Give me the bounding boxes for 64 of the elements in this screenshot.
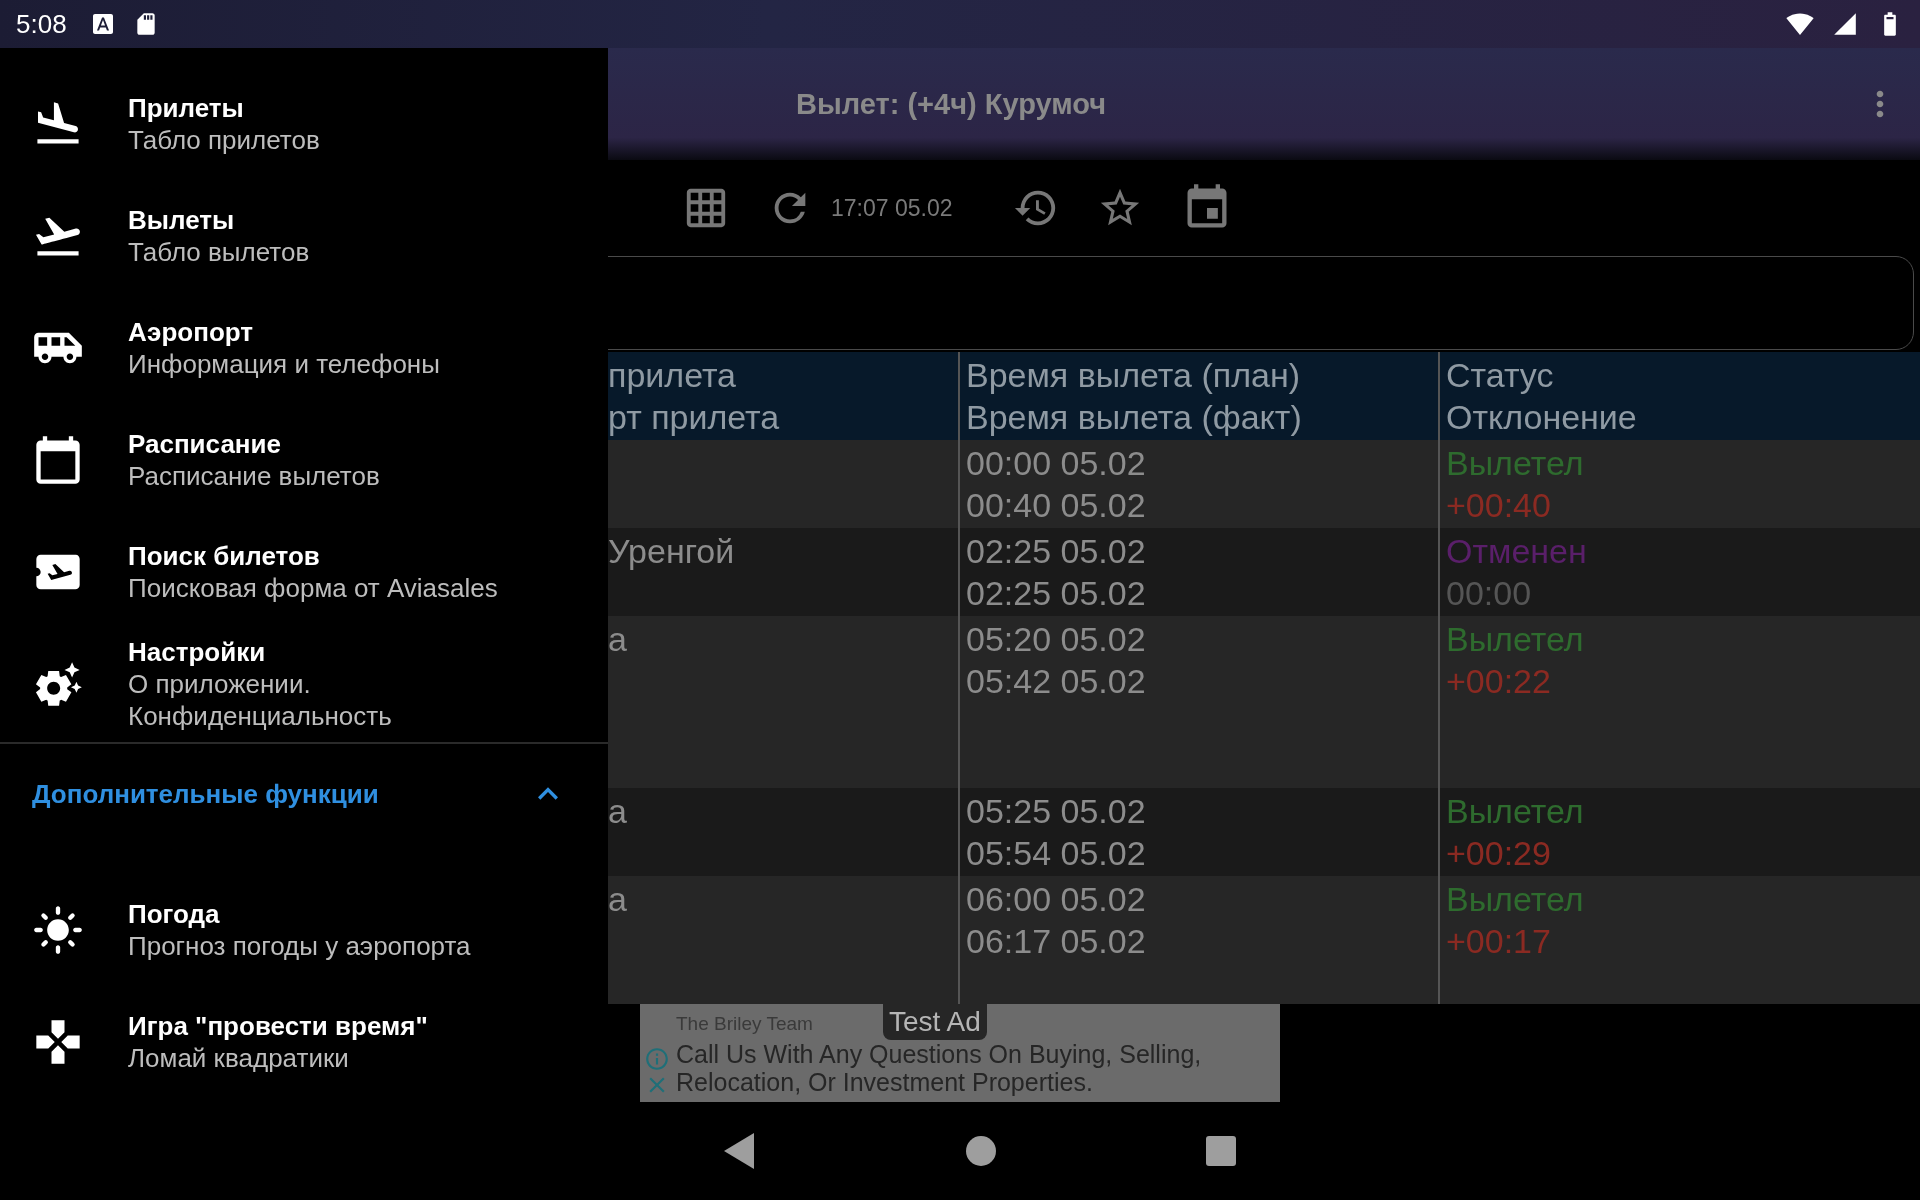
deviation-text: +00:22 — [1446, 661, 1552, 702]
time-text: 05:42 05.02 — [966, 661, 1147, 702]
item-subtitle: Табло прилетов — [128, 124, 320, 156]
drawer-item[interactable]: Настройки О приложении. Конфиденциальность — [0, 628, 608, 740]
time-text: 06:17 05.02 — [966, 921, 1147, 962]
font-icon — [90, 12, 115, 36]
item-subtitle: Поисковая форма от Aviasales — [128, 572, 498, 604]
time-text: 02:25 05.02 — [966, 573, 1147, 614]
time-text: 05:54 05.02 — [966, 833, 1147, 874]
ad-text: Call Us With Any Questions On Buying, Selling, — [676, 1040, 1202, 1068]
drawer-item[interactable]: Погода Прогноз погоды у аэропорта — [0, 874, 608, 986]
item-title: Игра "провести время" — [128, 1010, 428, 1042]
drawer-item[interactable]: Расписание Расписание вылетов — [0, 404, 608, 516]
search-field[interactable] — [608, 256, 1914, 350]
item-title: Расписание — [128, 428, 282, 460]
time-text: 02:25 05.02 — [966, 531, 1147, 572]
item-title: Аэропорт — [128, 316, 255, 348]
time-text: 00:00 05.02 — [966, 443, 1147, 484]
item-subtitle: О приложении. — [128, 668, 312, 700]
item-title: Погода — [128, 898, 221, 930]
item-title: Вылеты — [128, 204, 236, 236]
deviation-text: +00:29 — [1446, 833, 1552, 874]
status-text: Вылетел — [1446, 443, 1585, 484]
drawer-item[interactable]: Вылеты Табло вылетов — [0, 180, 608, 292]
drawer-item[interactable]: Поиск билетов Поисковая форма от Aviasales — [0, 516, 608, 628]
drawer-item[interactable]: Игра "провести время" Ломай квадратики — [0, 986, 608, 1098]
item-title: Настройки — [128, 636, 267, 668]
section-label: Дополнительные функции — [32, 778, 379, 810]
back-icon[interactable] — [722, 1131, 756, 1171]
section-header[interactable]: Дополнительные функции — [0, 744, 608, 874]
item-subtitle: Расписание вылетов — [128, 460, 380, 492]
time-text: 00:40 05.02 — [966, 485, 1147, 526]
item-subtitle: Прогноз погоды у аэропорта — [128, 930, 471, 962]
item-subtitle: Табло вылетов — [128, 236, 310, 268]
test-ad-badge: Test Ad — [882, 1004, 987, 1040]
item-title: Прилеты — [128, 92, 245, 124]
status-text: Вылетел — [1446, 879, 1585, 920]
deviation-text: +00:17 — [1446, 921, 1552, 962]
time-text: 06:00 05.02 — [966, 879, 1147, 920]
deviation-text: 00:00 — [1446, 573, 1533, 614]
table-cell-text: Уренгой — [608, 531, 736, 572]
item-subtitle: Конфиденциальность — [128, 700, 392, 732]
drawer-item[interactable]: Аэропорт Информация и телефоны — [0, 292, 608, 404]
status-text: Отменен — [1446, 531, 1588, 572]
item-subtitle: Информация и телефоны — [128, 348, 440, 380]
ad-text: Relocation, Or Investment Properties. — [676, 1068, 1093, 1096]
home-icon[interactable] — [966, 1136, 996, 1166]
status-text: Вылетел — [1446, 791, 1585, 832]
update-time: 17:07 05.02 — [831, 194, 953, 222]
sun-icon — [32, 904, 84, 956]
clock: 5:08 — [16, 8, 67, 40]
screen-title: Вылет: (+4ч) Курумоч — [796, 87, 1108, 121]
item-subtitle: Ломай квадратики — [128, 1042, 350, 1074]
drawer-item[interactable]: Прилеты Табло прилетов — [0, 68, 608, 180]
status-text: Вылетел — [1446, 619, 1585, 660]
column-header: Статус Отклонение — [1445, 355, 1638, 438]
item-title: Поиск билетов — [128, 540, 321, 572]
time-text: 05:20 05.02 — [966, 619, 1147, 660]
deviation-text: +00:40 — [1446, 485, 1552, 526]
table-cell-text: а — [608, 619, 628, 660]
table-cell-text: а — [608, 791, 628, 832]
signal-icon — [1832, 11, 1858, 37]
time-text: 05:25 05.02 — [966, 791, 1147, 832]
table-cell-text: а — [608, 879, 628, 920]
